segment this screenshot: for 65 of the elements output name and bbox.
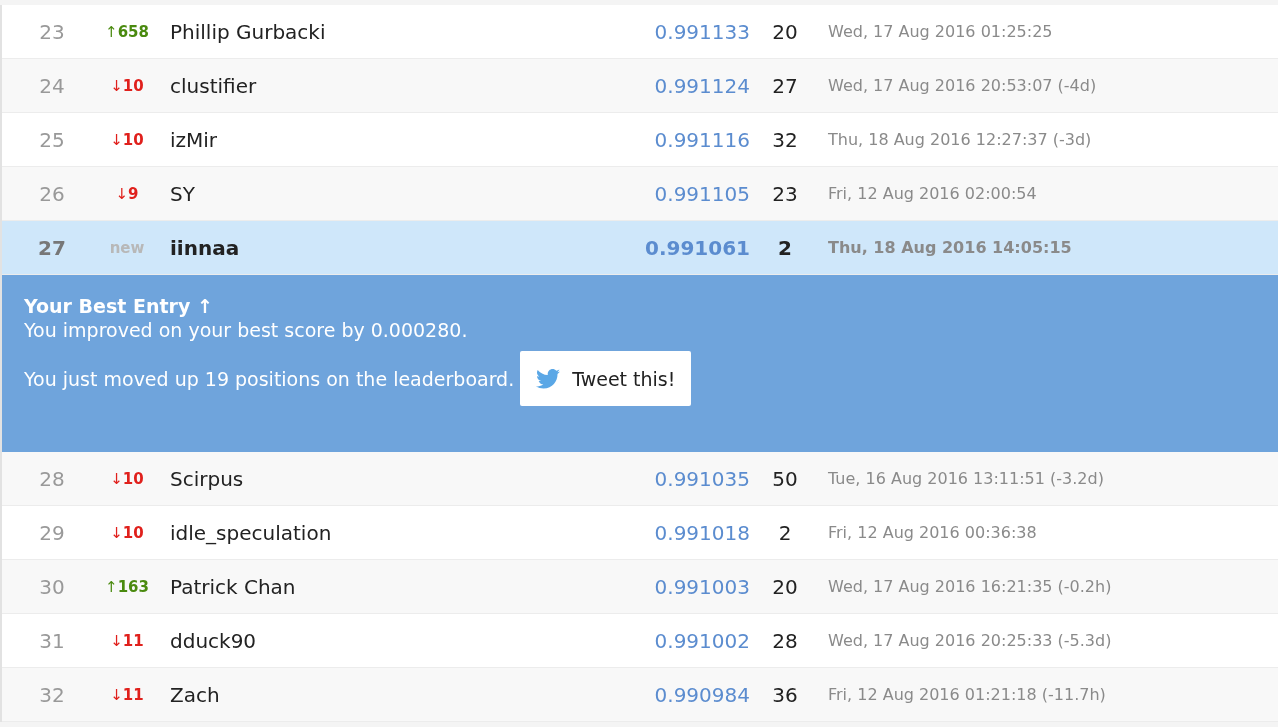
rank-change: ↓10 (110, 469, 144, 488)
rank-change: ↑163 (105, 577, 149, 596)
team-name: Zach (170, 682, 220, 707)
score-link[interactable]: 0.991124 (654, 73, 750, 98)
entry-count: 2 (778, 235, 792, 260)
bird-icon (536, 368, 561, 389)
tweet-button[interactable]: Tweet this! (520, 351, 692, 406)
score-link[interactable]: 0.991061 (645, 235, 750, 260)
submission-date: Fri, 12 Aug 2016 00:36:38 (828, 523, 1037, 542)
rank-number: 30 (39, 574, 65, 599)
team-name: dduck90 (170, 628, 257, 653)
entry-count: 50 (772, 466, 798, 491)
rank-change: ↓10 (110, 76, 144, 95)
score-link[interactable]: 0.990984 (654, 682, 750, 707)
submission-date: Wed, 17 Aug 2016 16:21:35 (-0.2h) (828, 577, 1112, 596)
entry-count: 20 (772, 19, 798, 44)
submission-date: Fri, 12 Aug 2016 02:00:54 (828, 184, 1037, 203)
team-name: iinnaa (170, 235, 240, 260)
rank-change: ↓11 (110, 685, 144, 704)
team-name: Phillip Gurbacki (170, 19, 326, 44)
rank-change: ↑658 (105, 22, 149, 41)
rank-number: 26 (39, 181, 65, 206)
score-link[interactable]: 0.991105 (654, 181, 750, 206)
rank-change: ↓9 (115, 184, 139, 203)
submission-date: Wed, 17 Aug 2016 20:53:07 (-4d) (828, 76, 1097, 95)
rank-number: 29 (39, 520, 65, 545)
entry-count: 2 (778, 520, 792, 545)
rank-number: 25 (39, 127, 65, 152)
submission-date: Fri, 12 Aug 2016 01:21:18 (-11.7h) (828, 685, 1106, 704)
entry-count: 32 (772, 127, 798, 152)
rank-number: 27 (38, 235, 66, 260)
rank-number: 24 (39, 73, 65, 98)
submission-date: Tue, 16 Aug 2016 13:11:51 (-3.2d) (828, 469, 1104, 488)
rank-number: 31 (39, 628, 65, 653)
rank-change: new (109, 238, 145, 257)
rank-number: 23 (39, 19, 65, 44)
team-name: izMir (170, 127, 218, 152)
score-link[interactable]: 0.991003 (654, 574, 750, 599)
score-link[interactable]: 0.991018 (654, 520, 750, 545)
rank-change: ↓10 (110, 523, 144, 542)
score-link[interactable]: 0.991116 (654, 127, 750, 152)
improvement-message: You improved on your best score by 0.000280. (24, 319, 469, 341)
rank-change: ↓10 (110, 130, 144, 149)
submission-date: Wed, 17 Aug 2016 20:25:33 (-5.3d) (828, 631, 1112, 650)
entry-count: 28 (772, 628, 798, 653)
entry-count: 36 (772, 682, 798, 707)
position-message: You just moved up 19 positions on the leaderboard. (24, 367, 515, 390)
rank-number: 32 (39, 682, 65, 707)
entry-count: 20 (772, 574, 798, 599)
team-name: Scirpus (170, 466, 244, 491)
score-link[interactable]: 0.991133 (654, 19, 750, 44)
score-link[interactable]: 0.991002 (654, 628, 750, 653)
banner-title: Your Best Entry ↑ (24, 295, 214, 317)
submission-date: Thu, 18 Aug 2016 12:27:37 (-3d) (828, 130, 1092, 149)
rank-number: 28 (39, 466, 65, 491)
team-name: SY (170, 181, 195, 206)
team-name: clustifier (170, 73, 257, 98)
submission-date: Thu, 18 Aug 2016 14:05:15 (828, 238, 1072, 257)
team-name: Patrick Chan (170, 574, 296, 599)
submission-date: Wed, 17 Aug 2016 01:25:25 (828, 22, 1053, 41)
score-link[interactable]: 0.991035 (654, 466, 750, 491)
team-name: idle_speculation (170, 520, 332, 545)
rank-change: ↓11 (110, 631, 144, 650)
entry-count: 23 (772, 181, 798, 206)
entry-count: 27 (772, 73, 798, 98)
